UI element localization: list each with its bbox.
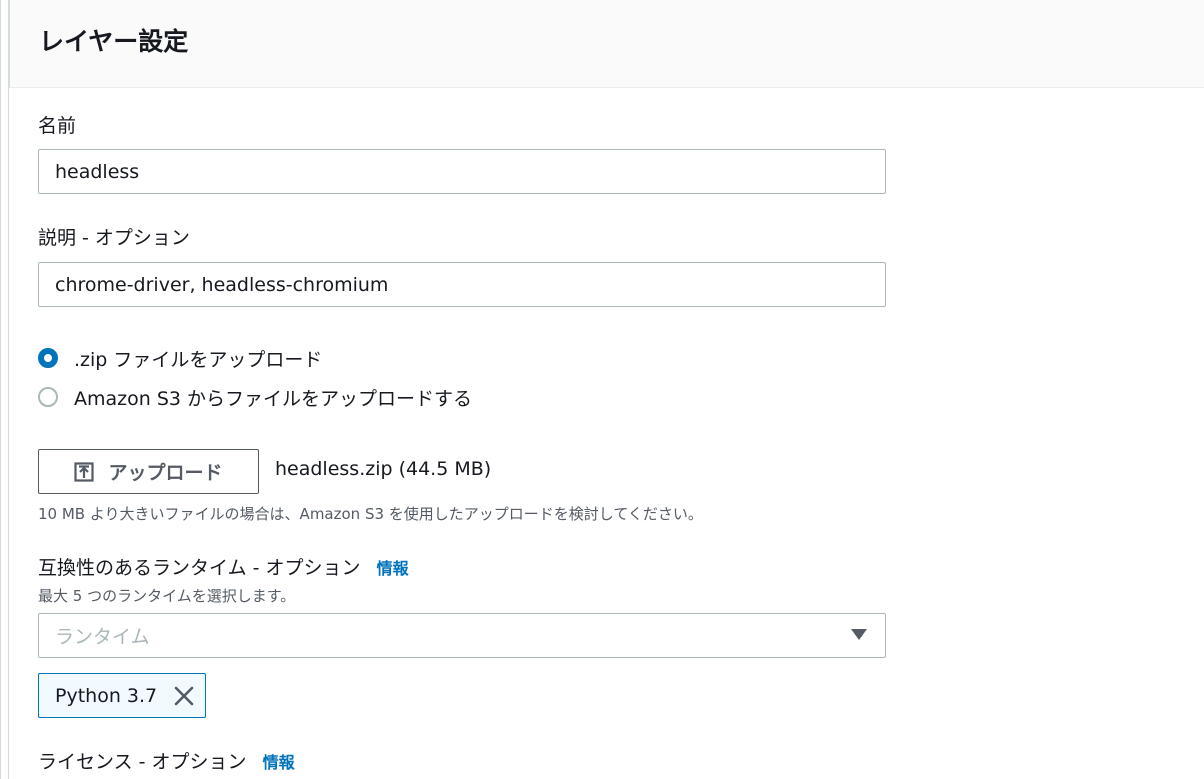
- name-input[interactable]: [38, 149, 886, 194]
- upload-button-label: アップロード: [108, 462, 223, 484]
- license-label: ライセンス - オプション: [38, 751, 247, 773]
- radio-button-checked[interactable]: [38, 348, 58, 368]
- description-label: 説明 - オプション: [38, 227, 190, 249]
- name-label: 名前: [38, 115, 77, 137]
- panel-left-border: [8, 0, 9, 779]
- radio-button-unchecked[interactable]: [38, 387, 58, 407]
- uploaded-file-name: headless.zip (44.5 MB): [275, 458, 492, 480]
- caret-down-icon: [851, 626, 867, 645]
- runtimes-description: 最大 5 つのランタイムを選択します。: [38, 587, 296, 605]
- upload-size-hint: 10 MB より大きいファイルの場合は、Amazon S3 を使用したアップロー…: [38, 505, 703, 523]
- runtimes-label: 互換性のあるランタイム - オプション: [38, 557, 361, 579]
- panel-title: レイヤー設定: [39, 27, 189, 56]
- panel-header: レイヤー設定: [9, 0, 1204, 88]
- license-info-link[interactable]: 情報: [263, 753, 295, 772]
- radio-label-s3-upload: Amazon S3 からファイルをアップロードする: [74, 387, 473, 410]
- runtimes-label-row: 互換性のあるランタイム - オプション 情報: [38, 555, 409, 582]
- description-input[interactable]: [38, 262, 886, 307]
- upload-icon: [74, 461, 95, 482]
- runtime-select[interactable]: ランタイム: [38, 613, 886, 658]
- radio-label-zip-upload: .zip ファイルをアップロード: [74, 348, 323, 371]
- radio-option-s3-upload[interactable]: Amazon S3 からファイルをアップロードする: [38, 383, 472, 411]
- layer-settings-panel: レイヤー設定 名前 説明 - オプション .zip ファイルをアップロード Am…: [0, 0, 1204, 779]
- selected-runtime-token: Python 3.7: [38, 673, 207, 718]
- runtime-select-placeholder: ランタイム: [55, 626, 150, 648]
- remove-token-icon[interactable]: [173, 685, 195, 707]
- radio-option-zip-upload[interactable]: .zip ファイルをアップロード: [38, 344, 322, 372]
- selected-runtime-label: Python 3.7: [55, 684, 158, 707]
- license-label-row: ライセンス - オプション 情報: [38, 749, 295, 776]
- upload-button[interactable]: アップロード: [38, 449, 259, 494]
- runtimes-info-link[interactable]: 情報: [377, 559, 409, 578]
